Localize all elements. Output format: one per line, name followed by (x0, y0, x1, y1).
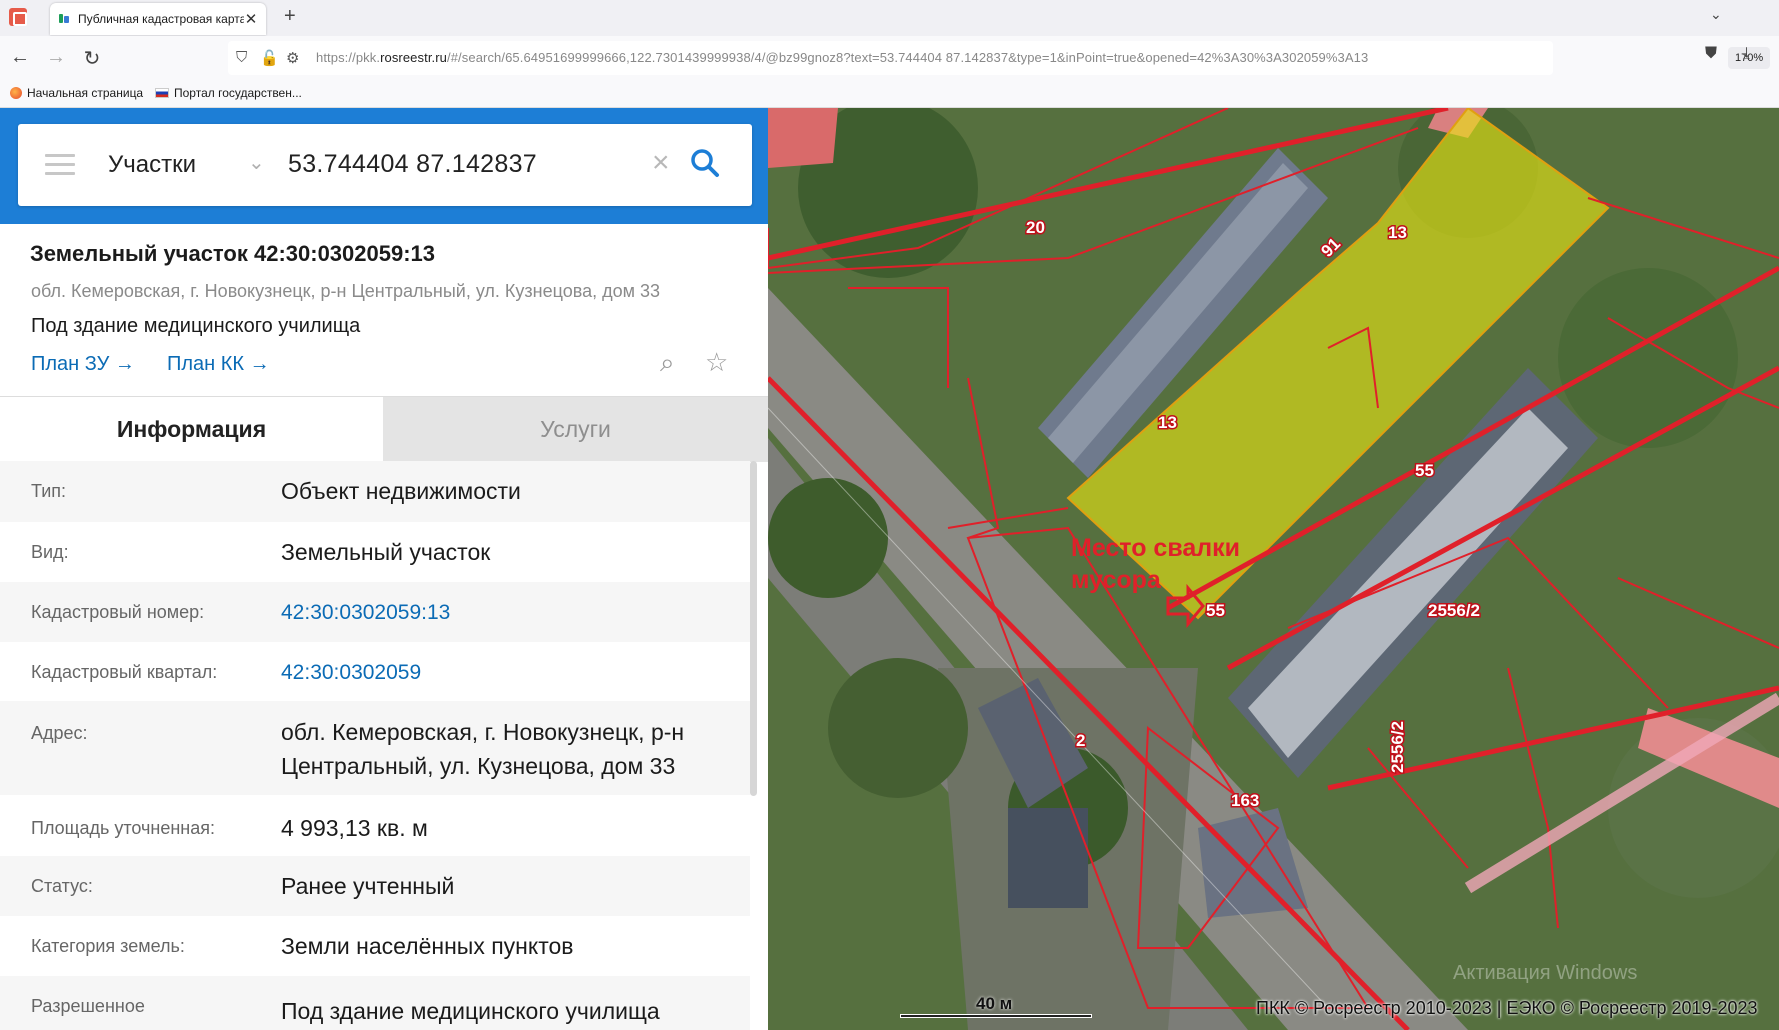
row-value: Ранее учтенный (281, 873, 455, 899)
tab-information[interactable]: Информация (0, 397, 383, 462)
parcel-label[interactable]: 163 (1230, 790, 1261, 812)
tab-services[interactable]: Услуги (383, 397, 768, 462)
reload-icon[interactable]: ↻ (80, 46, 104, 71)
cadastral-quarter-link[interactable]: 42:30:0302059 (281, 656, 421, 690)
pocket-icon[interactable]: ⛊ (1705, 45, 1717, 63)
row-value: обл. Кемеровская, г. Новокузнецк, р-н Це… (281, 719, 685, 779)
attr-row-kind: Вид: Земельный участок (0, 522, 750, 582)
back-arrow-icon[interactable]: ← (8, 46, 32, 69)
search-icon[interactable] (690, 148, 720, 178)
url-text[interactable]: https://pkk.rosreestr.ru/#/search/65.649… (316, 50, 1368, 65)
parcel-label[interactable]: 2 (1075, 730, 1087, 752)
row-label: Кадастровый номер: (31, 602, 205, 622)
row-label: Категория земель: (31, 936, 185, 956)
attr-row-cadastral-number: Кадастровый номер: 42:30:0302059:13 (0, 582, 750, 642)
search-header: Участки ⌄ 53.744404 87.142837 × (0, 108, 768, 224)
address-bar[interactable]: ⛉ 🔓 ⚙ https://pkk.rosreestr.ru/#/search/… (228, 41, 1771, 75)
attr-row-land-category: Категория земель: Земли населённых пункт… (0, 916, 750, 976)
attr-row-address: Адрес: обл. Кемеровская, г. Новокузнецк,… (0, 701, 750, 795)
info-panel: Участки ⌄ 53.744404 87.142837 × Земельны… (0, 108, 768, 1030)
lock-icon[interactable]: 🔓 (260, 49, 279, 67)
row-value: Земли населённых пунктов (281, 933, 574, 959)
row-label: Кадастровый квартал: (31, 662, 218, 682)
zoom-to-object-icon[interactable]: ⌕ (660, 347, 675, 379)
row-value: Под здание медицинского училища (281, 998, 660, 1024)
object-use: Под здание медицинского училища (31, 315, 361, 337)
parcel-label[interactable]: 2556/2 (1427, 600, 1482, 622)
browser-tab-strip: Публичная кадастровая карта ✕ + ⌄ (0, 0, 1779, 36)
map-copyright: ПКК © Росреестр 2010-2023 | ЕЭКО © Росре… (1256, 998, 1758, 1018)
row-label: Статус: (31, 876, 93, 896)
bookmarks-bar: Начальная страница Портал государствен..… (0, 80, 1779, 108)
parcel-label[interactable]: 13 (1387, 222, 1409, 244)
parcel-label[interactable]: 13 (1157, 412, 1179, 434)
row-label: Адрес: (31, 723, 88, 743)
parcel-label[interactable]: 2556/2 (1387, 720, 1409, 775)
hamburger-menu-icon[interactable] (45, 154, 75, 176)
parcel-label[interactable]: 20 (1025, 217, 1047, 239)
browser-navbar: ← → ↻ ⛉ 🔓 ⚙ https://pkk.rosreestr.ru/#/s… (0, 36, 1779, 80)
row-label: Площадь уточненная: (31, 818, 215, 838)
attr-row-status: Статус: Ранее учтенный (0, 856, 750, 916)
bookmark-label: Начальная страница (27, 86, 144, 100)
close-icon[interactable]: ✕ (244, 10, 258, 28)
list-all-tabs-chevron-icon[interactable]: ⌄ (1710, 6, 1722, 23)
row-value: 4 993,13 кв. м (281, 815, 428, 841)
bookmark-gosuslugi[interactable]: Портал государствен... (155, 86, 302, 100)
new-tab-button[interactable]: + (284, 5, 296, 28)
bookmark-home[interactable]: Начальная страница (10, 86, 143, 100)
downloads-icon[interactable]: ⤓ (1743, 45, 1750, 63)
russia-flag-icon (155, 88, 169, 98)
parcel-label[interactable]: 55 (1205, 600, 1227, 622)
map-view[interactable]: 20 91 13 13 55 55 2556/2 2556/2 2 163 Ме… (768, 108, 1779, 1030)
browser-tab[interactable]: Публичная кадастровая карта ✕ (50, 3, 266, 35)
pkk-favicon-icon (58, 13, 70, 25)
attributes-table: Тип: Объект недвижимости Вид: Земельный … (0, 461, 750, 1030)
row-label: Разрешенное (31, 996, 145, 1016)
row-value: Объект недвижимости (281, 478, 521, 504)
cadastral-number-link[interactable]: 42:30:0302059:13 (281, 596, 450, 630)
forward-arrow-icon[interactable]: → (44, 46, 68, 69)
favorite-star-icon[interactable]: ☆ (705, 347, 728, 378)
search-type-select[interactable]: Участки (108, 151, 196, 179)
shield-icon[interactable]: ⛉ (236, 49, 247, 66)
scale-bar (900, 1014, 1092, 1018)
dump-site-annotation: Место свалки (1071, 534, 1240, 562)
object-title: Земельный участок 42:30:0302059:13 (30, 241, 436, 266)
bookmark-label: Портал государствен... (174, 86, 302, 100)
attr-row-cadastral-quarter: Кадастровый квартал: 42:30:0302059 (0, 642, 750, 701)
panel-scrollbar[interactable] (750, 461, 757, 796)
row-label: Вид: (31, 542, 69, 562)
plan-zu-link[interactable]: План ЗУ → (31, 353, 135, 376)
windows-activation-watermark: Активация Windows (1453, 962, 1638, 984)
scale-label: 40 м (976, 994, 1013, 1013)
row-label: Тип: (31, 481, 67, 501)
object-address: обл. Кемеровская, г. Новокузнецк, р-н Це… (31, 281, 661, 301)
search-box: Участки ⌄ 53.744404 87.142837 × (18, 124, 752, 206)
firefox-icon (10, 87, 22, 99)
info-tabs: Информация Услуги (0, 396, 768, 462)
parcel-label[interactable]: 55 (1414, 460, 1436, 482)
plan-kk-link[interactable]: План КК → (167, 353, 270, 376)
permissions-icon[interactable]: ⚙ (286, 49, 299, 67)
attr-row-area: Площадь уточненная: 4 993,13 кв. м (0, 795, 750, 856)
row-value: Земельный участок (281, 539, 491, 565)
clear-icon[interactable]: × (652, 146, 670, 180)
attr-row-type: Тип: Объект недвижимости (0, 461, 750, 522)
attr-row-permitted-use: Разрешенное Под здание медицинского учил… (0, 976, 750, 1030)
app-menu-icon[interactable] (9, 8, 27, 26)
tab-title: Публичная кадастровая карта (78, 12, 244, 26)
dump-site-annotation: мусора (1071, 566, 1162, 594)
search-input[interactable]: 53.744404 87.142837 (288, 150, 537, 179)
map-canvas[interactable]: 20 91 13 13 55 55 2556/2 2556/2 2 163 Ме… (768, 108, 1779, 1030)
chevron-down-icon[interactable]: ⌄ (248, 150, 265, 175)
